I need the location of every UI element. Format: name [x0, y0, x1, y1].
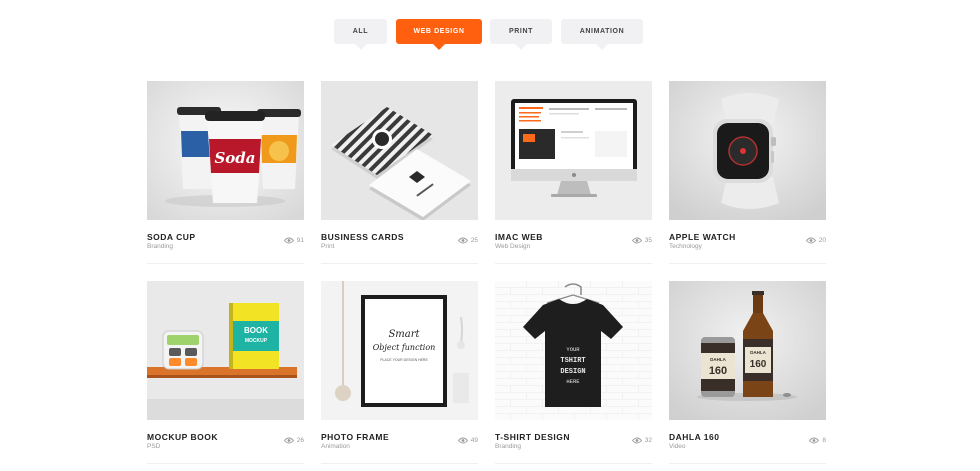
frame-text-line1: Smart [388, 329, 420, 340]
can-number-text: 160 [709, 365, 727, 377]
item-category: Technology [669, 243, 702, 250]
item-title[interactable]: SODA CUP [147, 232, 196, 242]
photo-frame-image[interactable]: Smart Object function PLACE YOUR DESIGN … [321, 281, 478, 420]
item-category: Animation [321, 443, 350, 450]
item-category: Branding [495, 443, 522, 450]
filter-pointer [596, 44, 608, 50]
item-views-count: 26 [296, 437, 304, 444]
item-views: 35 [631, 237, 652, 244]
soda-logo-text: Soda [214, 149, 255, 167]
item-views-count: 8 [822, 437, 826, 444]
filter-print-label: PRINT [509, 28, 533, 35]
item-views-count: 32 [644, 437, 652, 444]
item-views-count: 49 [470, 437, 478, 444]
item-views: 8 [809, 437, 826, 444]
shirt-text-line1: YOUR [566, 346, 580, 353]
item-category: PSD [147, 443, 161, 450]
mockup-book-image[interactable]: BOOK MOCKUP [147, 281, 304, 420]
item-views: 20 [805, 237, 826, 244]
frame-text-line2: Object function [373, 343, 436, 352]
filter-animation-label: ANIMATION [579, 28, 625, 35]
shirt-text-line4: HERE [566, 378, 580, 385]
shirt-text-line3: DESIGN [560, 368, 585, 376]
frame-text-line3: PLACE YOUR DESIGN HERE [380, 358, 428, 362]
eye-icon [457, 237, 468, 244]
card-divider [321, 263, 478, 264]
book-subtitle-text: MOCKUP [245, 338, 268, 344]
business-cards-image[interactable] [321, 81, 478, 220]
card-divider [495, 263, 652, 264]
bottle-brand-text: DAHLA [750, 350, 766, 355]
card-divider [147, 463, 304, 464]
card-divider [321, 463, 478, 464]
item-views: 49 [457, 437, 478, 444]
imac-web-image[interactable] [495, 81, 652, 220]
item-title[interactable]: DAHLA 160 [669, 432, 719, 442]
eye-icon [809, 437, 820, 444]
item-title[interactable]: T-SHIRT DESIGN [495, 432, 570, 442]
item-views: 25 [457, 237, 478, 244]
tshirt-design-image[interactable]: YOUR TSHIRT DESIGN HERE [495, 281, 652, 420]
filter-print-button[interactable]: PRINT [490, 19, 552, 50]
filter-pointer [354, 44, 367, 50]
item-views: 91 [283, 237, 304, 244]
card-divider [669, 263, 826, 264]
book-title-text: BOOK [244, 326, 268, 335]
shirt-text-line2: TSHIRT [560, 357, 585, 365]
dahla-160-image[interactable]: DAHLA 160 DAHLA 160 [669, 281, 826, 420]
eye-icon [631, 237, 642, 244]
item-views-count: 20 [818, 237, 826, 244]
filter-pointer [433, 44, 445, 50]
bottle-number-text: 160 [750, 359, 767, 370]
filter-web-design-button[interactable]: WEB DESIGN [396, 19, 482, 50]
apple-watch-image[interactable] [669, 81, 826, 220]
item-views-count: 35 [644, 237, 652, 244]
card-divider [147, 263, 304, 264]
item-title[interactable]: IMAC WEB [495, 232, 543, 242]
eye-icon [457, 437, 468, 444]
filter-all-label: ALL [352, 28, 369, 35]
item-category: Video [669, 443, 686, 450]
eye-icon [283, 437, 294, 444]
item-category: Web Design [495, 243, 531, 250]
card-divider [495, 463, 652, 464]
item-views: 32 [631, 437, 652, 444]
filter-pointer [515, 44, 527, 50]
filter-all-button[interactable]: ALL [334, 19, 387, 50]
eye-icon [631, 437, 642, 444]
card-divider [669, 463, 826, 464]
eye-icon [283, 237, 294, 244]
soda-cup-image[interactable]: Soda [147, 81, 304, 220]
filter-web-design-label: WEB DESIGN [413, 28, 465, 35]
item-views: 26 [283, 437, 304, 444]
item-category: Branding [147, 243, 174, 250]
item-title[interactable]: MOCKUP BOOK [147, 432, 218, 442]
item-title[interactable]: PHOTO FRAME [321, 432, 389, 442]
eye-icon [805, 237, 816, 244]
filter-animation-button[interactable]: ANIMATION [561, 19, 643, 50]
item-views-count: 91 [296, 237, 304, 244]
item-views-count: 25 [470, 237, 478, 244]
item-title[interactable]: APPLE WATCH [669, 232, 736, 242]
filter-bar: ALL WEB DESIGN PRINT ANIMATION [0, 19, 980, 50]
item-title[interactable]: BUSINESS CARDS [321, 232, 404, 242]
item-category: Print [321, 243, 335, 250]
can-brand-text: DAHLA [710, 357, 726, 362]
